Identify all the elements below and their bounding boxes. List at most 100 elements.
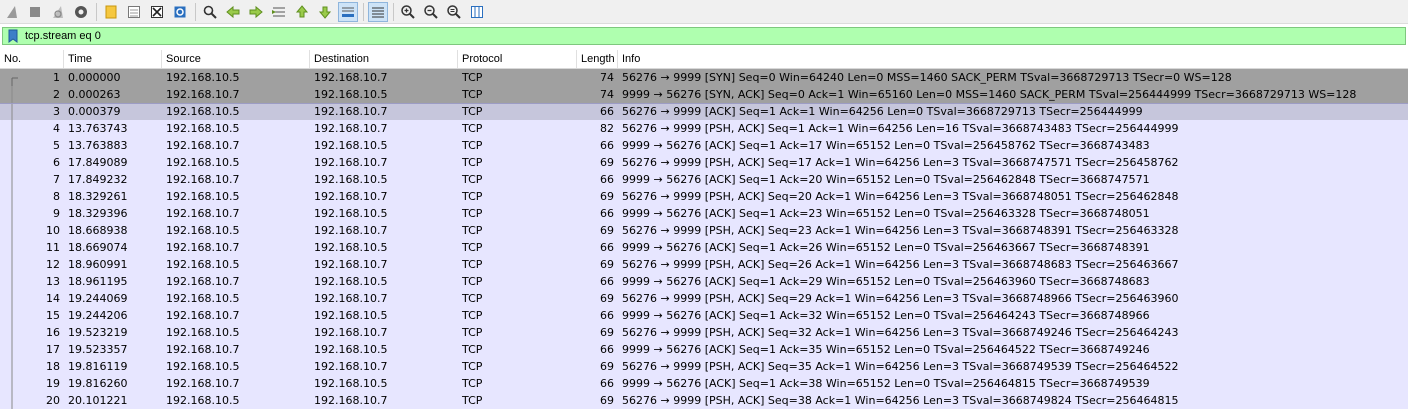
go-forward-icon[interactable] [246, 2, 266, 22]
bookmark-icon[interactable] [6, 28, 20, 44]
packet-length: 66 [600, 343, 614, 356]
column-header-source[interactable]: Source [162, 50, 310, 68]
conversation-line-icon [10, 188, 20, 205]
packet-row[interactable]: 14 19.244069 192.168.10.5 192.168.10.7 TCP 69… [0, 290, 1408, 307]
save-file-icon[interactable] [124, 2, 144, 22]
packet-info: 9999 → 56276 [ACK] Seq=1 Ack=32 Win=6515… [622, 309, 1150, 322]
go-last-packet-icon[interactable] [315, 2, 335, 22]
packet-row[interactable]: 18 19.816119 192.168.10.5 192.168.10.7 TCP 69… [0, 358, 1408, 375]
packet-row[interactable]: 7 17.849232 192.168.10.7 192.168.10.5 TCP 66 9… [0, 171, 1408, 188]
column-header-no[interactable]: No. [0, 50, 64, 68]
packet-protocol: TCP [462, 241, 483, 254]
packet-row[interactable]: 1 0.000000 192.168.10.5 192.168.10.7 TCP 74 56… [0, 69, 1408, 86]
packet-row[interactable]: 12 18.960991 192.168.10.5 192.168.10.7 TCP 69… [0, 256, 1408, 273]
packet-destination: 192.168.10.7 [314, 122, 388, 135]
restart-capture-icon[interactable] [48, 2, 68, 22]
resize-columns-icon[interactable] [467, 2, 487, 22]
capture-options-icon[interactable] [71, 2, 91, 22]
packet-info: 56276 → 9999 [PSH, ACK] Seq=38 Ack=1 Win… [622, 394, 1179, 407]
main-toolbar [0, 0, 1408, 24]
packet-row[interactable]: 2 0.000263 192.168.10.7 192.168.10.5 TCP 74 99… [0, 86, 1408, 103]
packet-info: 56276 → 9999 [PSH, ACK] Seq=26 Ack=1 Win… [622, 258, 1179, 271]
packet-source: 192.168.10.7 [166, 309, 240, 322]
column-header-time[interactable]: Time [64, 50, 162, 68]
column-header-protocol[interactable]: Protocol [458, 50, 577, 68]
stop-capture-icon[interactable] [25, 2, 45, 22]
packet-time: 18.329261 [68, 190, 128, 203]
go-first-packet-icon[interactable] [292, 2, 312, 22]
packet-info: 56276 → 9999 [PSH, ACK] Seq=29 Ack=1 Win… [622, 292, 1179, 305]
reload-file-icon[interactable] [170, 2, 190, 22]
packet-protocol: TCP [462, 360, 483, 373]
auto-scroll-icon[interactable] [338, 1, 358, 22]
packet-length: 66 [600, 241, 614, 254]
column-header-destination[interactable]: Destination [310, 50, 458, 68]
zoom-out-icon[interactable] [421, 2, 441, 22]
close-file-icon[interactable] [147, 2, 167, 22]
packet-source: 192.168.10.7 [166, 139, 240, 152]
packet-source: 192.168.10.5 [166, 71, 240, 84]
display-filter-bar: tcp.stream eq 0 [0, 26, 1408, 46]
packet-source: 192.168.10.5 [166, 105, 240, 118]
packet-row[interactable]: 4 13.763743 192.168.10.5 192.168.10.7 TCP 82 5… [0, 120, 1408, 137]
packet-time: 17.849089 [68, 156, 128, 169]
packet-length: 69 [600, 326, 614, 339]
start-capture-icon[interactable] [2, 2, 22, 22]
colorize-icon[interactable] [368, 1, 388, 22]
packet-row[interactable]: 16 19.523219 192.168.10.5 192.168.10.7 TCP 69… [0, 324, 1408, 341]
packet-row[interactable]: 10 18.668938 192.168.10.5 192.168.10.7 TCP 69… [0, 222, 1408, 239]
packet-row[interactable]: 20 20.101221 192.168.10.5 192.168.10.7 TCP 69… [0, 392, 1408, 409]
packet-protocol: TCP [462, 105, 483, 118]
conversation-line-icon [10, 137, 20, 154]
packet-info: 56276 → 9999 [PSH, ACK] Seq=23 Ack=1 Win… [622, 224, 1179, 237]
column-header-length[interactable]: Length [577, 50, 618, 68]
packet-time: 18.329396 [68, 207, 128, 220]
packet-row[interactable]: 9 18.329396 192.168.10.7 192.168.10.5 TCP 66 9… [0, 205, 1408, 222]
conversation-line-icon [10, 86, 20, 103]
packet-source: 192.168.10.7 [166, 207, 240, 220]
packet-row[interactable]: 19 19.816260 192.168.10.7 192.168.10.5 TCP 66… [0, 375, 1408, 392]
find-packet-icon[interactable] [200, 2, 220, 22]
packet-source: 192.168.10.7 [166, 343, 240, 356]
packet-protocol: TCP [462, 190, 483, 203]
packet-row[interactable]: 8 18.329261 192.168.10.5 192.168.10.7 TCP 69 5… [0, 188, 1408, 205]
packet-row[interactable]: 15 19.244206 192.168.10.7 192.168.10.5 TCP 66… [0, 307, 1408, 324]
conversation-line-icon [10, 154, 20, 171]
packet-length: 69 [600, 292, 614, 305]
packet-length: 82 [600, 122, 614, 135]
packet-info: 56276 → 9999 [PSH, ACK] Seq=35 Ack=1 Win… [622, 360, 1179, 373]
packet-source: 192.168.10.7 [166, 88, 240, 101]
packet-row[interactable]: 17 19.523357 192.168.10.7 192.168.10.5 TCP 66… [0, 341, 1408, 358]
packet-info: 9999 → 56276 [ACK] Seq=1 Ack=26 Win=6515… [622, 241, 1150, 254]
packet-row[interactable]: 11 18.669074 192.168.10.7 192.168.10.5 TCP 66… [0, 239, 1408, 256]
packet-protocol: TCP [462, 224, 483, 237]
packet-row[interactable]: 5 13.763883 192.168.10.7 192.168.10.5 TCP 66 9… [0, 137, 1408, 154]
display-filter-input[interactable]: tcp.stream eq 0 [2, 27, 1406, 45]
packet-destination: 192.168.10.5 [314, 173, 388, 186]
packet-row[interactable]: 6 17.849089 192.168.10.5 192.168.10.7 TCP 69 5… [0, 154, 1408, 171]
packet-destination: 192.168.10.5 [314, 343, 388, 356]
packet-protocol: TCP [462, 292, 483, 305]
normal-size-icon[interactable] [444, 2, 464, 22]
go-to-packet-icon[interactable] [269, 2, 289, 22]
conversation-line-icon [10, 341, 20, 358]
packet-protocol: TCP [462, 326, 483, 339]
packet-row[interactable]: 13 18.961195 192.168.10.7 192.168.10.5 TCP 66… [0, 273, 1408, 290]
zoom-in-icon[interactable] [398, 2, 418, 22]
open-file-icon[interactable] [101, 2, 121, 22]
packet-length: 69 [600, 394, 614, 407]
packet-length: 66 [600, 207, 614, 220]
packet-source: 192.168.10.7 [166, 241, 240, 254]
packet-list-header: No. Time Source Destination Protocol Len… [0, 50, 1408, 69]
packet-row[interactable]: 3 0.000379 192.168.10.5 192.168.10.7 TCP 66 56… [0, 103, 1408, 121]
packet-list: 1 0.000000 192.168.10.5 192.168.10.7 TCP 74 56… [0, 69, 1408, 409]
toolbar-separator [393, 2, 394, 21]
packet-source: 192.168.10.5 [166, 258, 240, 271]
packet-info: 9999 → 56276 [ACK] Seq=1 Ack=17 Win=6515… [622, 139, 1150, 152]
display-filter-text: tcp.stream eq 0 [25, 30, 101, 42]
packet-destination: 192.168.10.7 [314, 190, 388, 203]
conversation-line-icon [10, 358, 20, 375]
go-back-icon[interactable] [223, 2, 243, 22]
column-header-info[interactable]: Info [618, 50, 1408, 68]
packet-source: 192.168.10.5 [166, 224, 240, 237]
